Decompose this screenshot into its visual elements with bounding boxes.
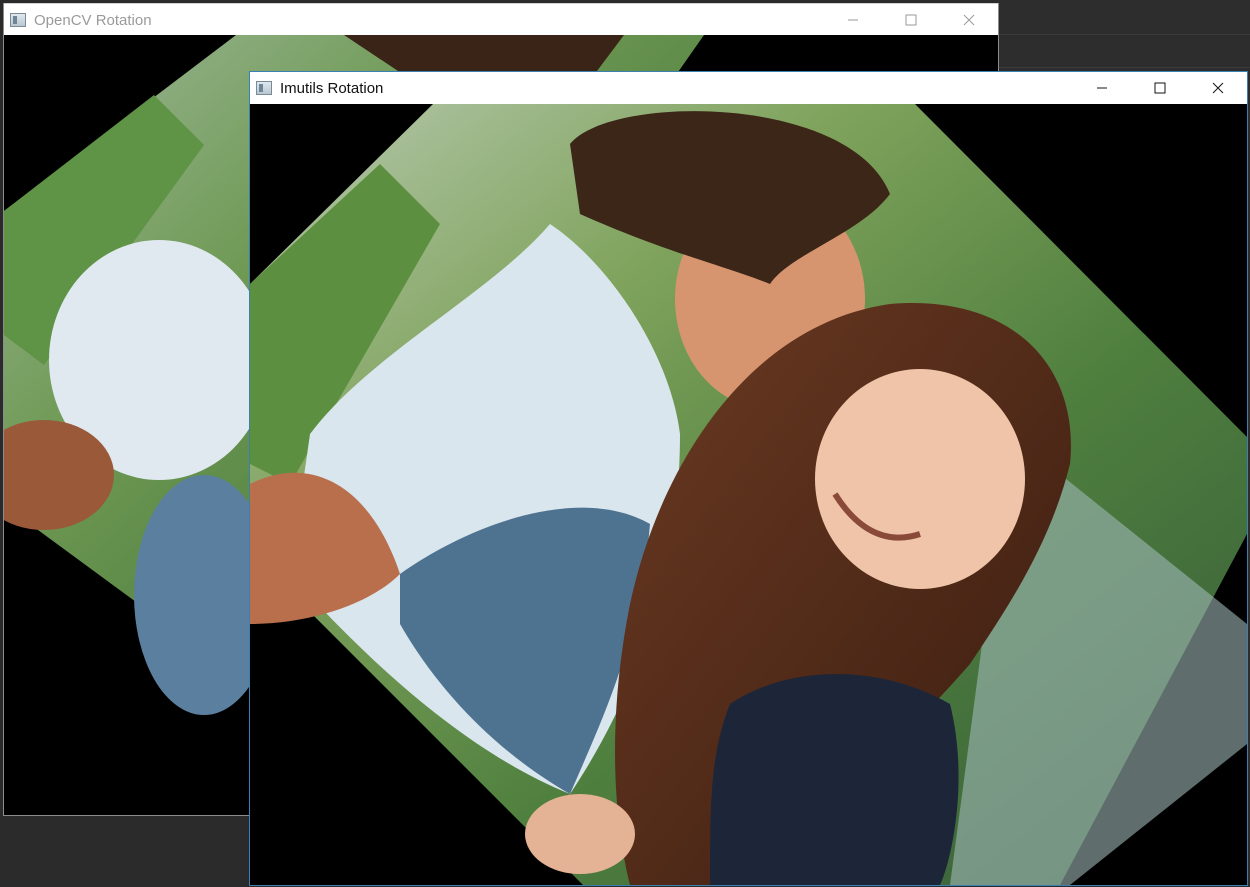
title-bar[interactable]: OpenCV Rotation xyxy=(4,3,998,36)
maximize-button[interactable] xyxy=(1131,72,1189,104)
minimize-icon xyxy=(848,19,858,21)
minimize-icon xyxy=(1097,87,1107,89)
image-canvas xyxy=(250,104,1247,885)
close-icon xyxy=(963,14,975,26)
rotated-photo xyxy=(250,104,1247,885)
window-title: Imutils Rotation xyxy=(280,79,384,97)
close-icon xyxy=(1212,82,1224,94)
minimize-button[interactable] xyxy=(824,4,882,36)
maximize-button[interactable] xyxy=(882,4,940,36)
close-button[interactable] xyxy=(1189,72,1247,104)
app-window-icon[interactable] xyxy=(10,13,26,27)
maximize-icon xyxy=(1154,82,1166,94)
close-button[interactable] xyxy=(940,4,998,36)
minimize-button[interactable] xyxy=(1073,72,1131,104)
title-bar[interactable]: Imutils Rotation xyxy=(250,72,1247,104)
maximize-icon xyxy=(905,14,917,26)
imutils-rotation-window[interactable]: Imutils Rotation xyxy=(249,71,1248,886)
window-title: OpenCV Rotation xyxy=(34,11,152,29)
app-window-icon[interactable] xyxy=(256,81,272,95)
